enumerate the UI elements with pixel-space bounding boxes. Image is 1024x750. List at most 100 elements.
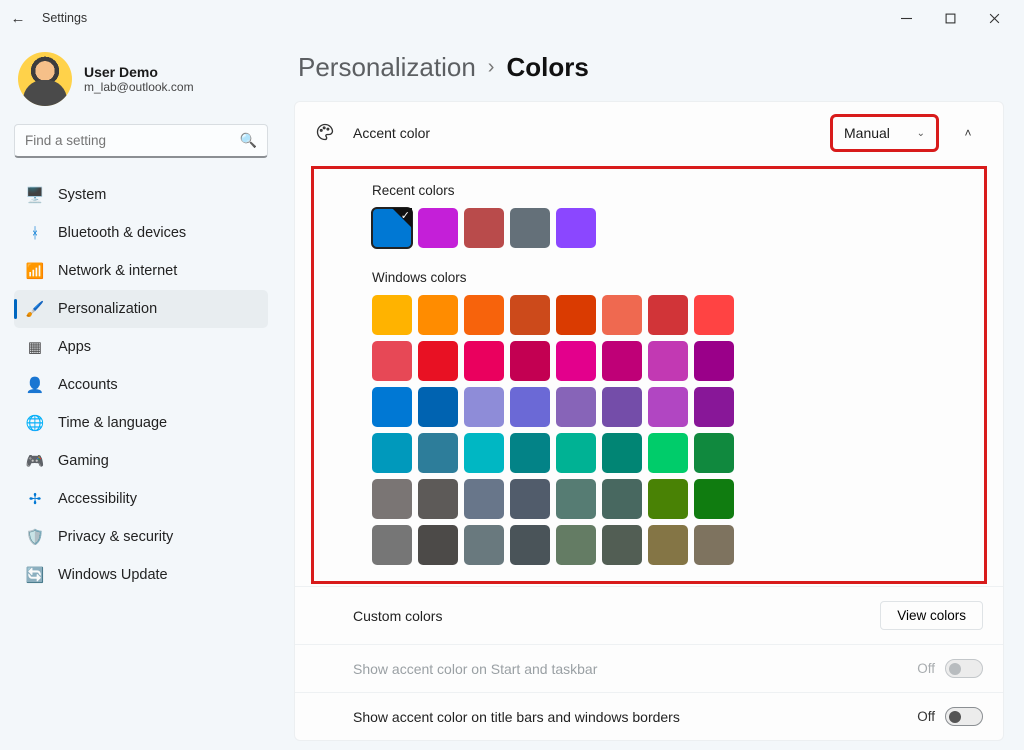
accent-start-taskbar-label: Show accent color on Start and taskbar <box>315 661 901 677</box>
windows-color-swatch[interactable] <box>648 525 688 565</box>
toggle-state: Off <box>917 709 935 724</box>
windows-color-swatch[interactable] <box>418 295 458 335</box>
titlebar: ← Settings <box>0 0 1024 36</box>
windows-color-swatch[interactable] <box>510 433 550 473</box>
maximize-button[interactable] <box>928 4 972 32</box>
windows-color-swatch[interactable] <box>694 479 734 519</box>
windows-color-swatch[interactable] <box>372 525 412 565</box>
recent-color-swatch[interactable] <box>418 208 458 248</box>
view-colors-button[interactable]: View colors <box>880 601 983 630</box>
windows-color-swatch[interactable] <box>464 387 504 427</box>
sidebar-item-personalization[interactable]: 🖌️Personalization <box>14 290 268 328</box>
windows-color-swatch[interactable] <box>602 295 642 335</box>
windows-color-swatch[interactable] <box>464 433 504 473</box>
user-email: m_lab@outlook.com <box>84 80 194 94</box>
user-name: User Demo <box>84 64 194 80</box>
search-input[interactable] <box>25 133 240 148</box>
windows-color-swatch[interactable] <box>556 341 596 381</box>
recent-color-swatch[interactable] <box>556 208 596 248</box>
sidebar-item-privacy-security[interactable]: 🛡️Privacy & security <box>14 518 268 556</box>
accent-color-row[interactable]: Accent color Manual ⌄ ˄ <box>295 102 1003 164</box>
accent-start-taskbar-toggle: Off <box>917 659 983 678</box>
windows-color-swatch[interactable] <box>372 479 412 519</box>
windows-color-swatch[interactable] <box>556 387 596 427</box>
recent-color-swatch[interactable] <box>464 208 504 248</box>
check-icon: ✓ <box>401 209 410 222</box>
custom-colors-row: Custom colors View colors <box>295 586 1003 644</box>
windows-color-swatch[interactable] <box>694 341 734 381</box>
sidebar-item-apps[interactable]: ▦Apps <box>14 328 268 366</box>
user-block[interactable]: User Demo m_lab@outlook.com <box>18 52 264 106</box>
search-box[interactable]: 🔍 <box>14 124 268 158</box>
close-button[interactable] <box>972 4 1016 32</box>
nav-label: Personalization <box>58 301 157 317</box>
expand-collapse-button[interactable]: ˄ <box>953 126 983 140</box>
breadcrumb-parent[interactable]: Personalization <box>298 52 476 83</box>
windows-color-swatch[interactable] <box>510 525 550 565</box>
sidebar-item-accessibility[interactable]: ✢Accessibility <box>14 480 268 518</box>
windows-color-swatch[interactable] <box>602 387 642 427</box>
windows-color-swatch[interactable] <box>602 479 642 519</box>
custom-colors-label: Custom colors <box>315 608 864 624</box>
windows-color-swatch[interactable] <box>648 295 688 335</box>
windows-color-swatch[interactable] <box>510 341 550 381</box>
windows-color-swatch[interactable] <box>372 341 412 381</box>
windows-color-swatch[interactable] <box>694 387 734 427</box>
sidebar-item-time-language[interactable]: 🌐Time & language <box>14 404 268 442</box>
windows-color-swatch[interactable] <box>556 525 596 565</box>
nav-icon: 🌐 <box>26 414 44 432</box>
windows-color-swatch[interactable] <box>556 433 596 473</box>
windows-color-swatch[interactable] <box>464 295 504 335</box>
windows-color-swatch[interactable] <box>372 295 412 335</box>
back-button[interactable]: ← <box>8 10 28 27</box>
windows-color-swatch[interactable] <box>464 525 504 565</box>
nav-label: Apps <box>58 339 91 355</box>
windows-color-swatch[interactable] <box>418 479 458 519</box>
sidebar-item-bluetooth-devices[interactable]: ᚼBluetooth & devices <box>14 214 268 252</box>
windows-color-swatch[interactable] <box>372 433 412 473</box>
windows-color-swatch[interactable] <box>694 525 734 565</box>
windows-color-swatch[interactable] <box>694 433 734 473</box>
sidebar-item-windows-update[interactable]: 🔄Windows Update <box>14 556 268 594</box>
sidebar-item-network-internet[interactable]: 📶Network & internet <box>14 252 268 290</box>
windows-color-swatch[interactable] <box>648 387 688 427</box>
sidebar-item-system[interactable]: 🖥️System <box>14 176 268 214</box>
sidebar-item-gaming[interactable]: 🎮Gaming <box>14 442 268 480</box>
windows-color-swatch[interactable] <box>602 433 642 473</box>
accent-start-taskbar-row: Show accent color on Start and taskbar O… <box>295 644 1003 692</box>
windows-color-swatch[interactable] <box>556 479 596 519</box>
nav-icon: ᚼ <box>26 224 44 242</box>
accent-mode-dropdown[interactable]: Manual ⌄ <box>832 116 937 150</box>
switch-icon <box>945 707 983 726</box>
windows-color-swatch[interactable] <box>510 479 550 519</box>
accent-color-label: Accent color <box>353 125 816 141</box>
recent-color-swatch[interactable]: ✓ <box>372 208 412 248</box>
windows-color-swatch[interactable] <box>418 433 458 473</box>
windows-color-swatch[interactable] <box>510 295 550 335</box>
windows-color-swatch[interactable] <box>556 295 596 335</box>
windows-color-swatch[interactable] <box>648 433 688 473</box>
windows-color-swatch[interactable] <box>464 341 504 381</box>
recent-color-swatch[interactable] <box>510 208 550 248</box>
windows-color-swatch[interactable] <box>510 387 550 427</box>
windows-color-swatch[interactable] <box>418 341 458 381</box>
nav-label: System <box>58 187 106 203</box>
windows-color-swatch[interactable] <box>602 341 642 381</box>
accent-titlebars-label: Show accent color on title bars and wind… <box>315 709 901 725</box>
windows-color-swatch[interactable] <box>648 341 688 381</box>
sidebar-item-accounts[interactable]: 👤Accounts <box>14 366 268 404</box>
windows-color-swatch[interactable] <box>648 479 688 519</box>
nav-label: Accessibility <box>58 491 137 507</box>
app-title: Settings <box>42 11 87 25</box>
accent-titlebars-toggle[interactable]: Off <box>917 707 983 726</box>
recent-colors-grid: ✓ <box>372 208 802 248</box>
windows-color-swatch[interactable] <box>372 387 412 427</box>
windows-color-swatch[interactable] <box>694 295 734 335</box>
windows-color-swatch[interactable] <box>602 525 642 565</box>
nav-icon: 📶 <box>26 262 44 280</box>
windows-color-swatch[interactable] <box>418 525 458 565</box>
search-icon: 🔍 <box>240 132 257 149</box>
windows-color-swatch[interactable] <box>418 387 458 427</box>
minimize-button[interactable] <box>884 4 928 32</box>
windows-color-swatch[interactable] <box>464 479 504 519</box>
